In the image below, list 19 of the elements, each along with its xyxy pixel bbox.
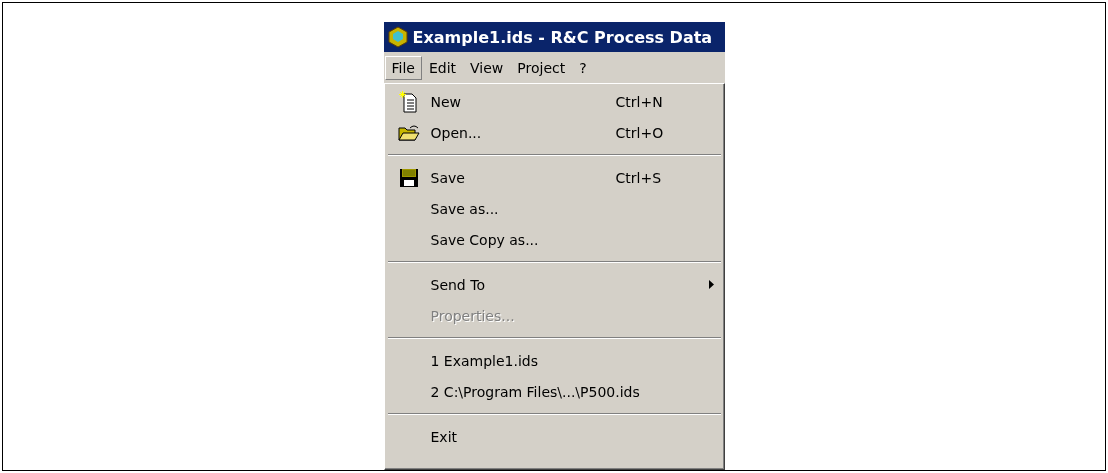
menu-item[interactable]: Save as... <box>386 193 722 224</box>
menu-item[interactable]: Save Copy as... <box>386 224 722 255</box>
menu-item[interactable]: Save Ctrl+S <box>386 162 722 193</box>
menu-item[interactable]: Open... Ctrl+O <box>386 117 722 148</box>
menu-item[interactable]: 1 Example1.ids <box>386 345 722 376</box>
menu-bar-item[interactable]: Project <box>510 55 573 80</box>
new-document-icon <box>398 90 419 113</box>
folder-icon <box>397 123 420 142</box>
menu-bar-item[interactable]: Edit <box>421 55 464 80</box>
menu-item[interactable]: 2 C:\Program Files\...\P500.ids <box>386 376 722 407</box>
menu-item[interactable]: Exit <box>386 421 722 452</box>
menu-item[interactable]: Send To <box>386 269 722 300</box>
window-title: Example1.ids - R&C Process Data <box>412 27 713 47</box>
menu-bar-item[interactable]: View <box>463 55 511 80</box>
menu-item[interactable]: New Ctrl+N <box>386 86 722 117</box>
menu-bar-item[interactable]: File <box>384 55 422 80</box>
submenu-arrow-icon <box>709 280 714 289</box>
menu-bar-item[interactable]: ? <box>572 55 594 80</box>
cube-icon <box>386 26 409 48</box>
